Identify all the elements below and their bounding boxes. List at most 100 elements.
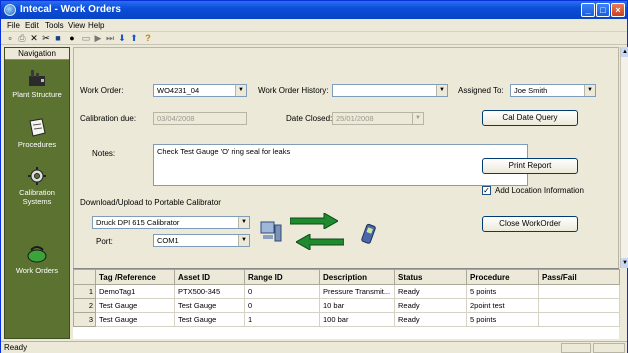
column-header[interactable]: Description — [319, 269, 395, 285]
table-cell[interactable]: Test Gauge — [174, 298, 245, 313]
menu-edit[interactable]: Edit — [25, 21, 39, 30]
menu-tools[interactable]: Tools — [45, 21, 64, 30]
work-order-value: WO4231_04 — [157, 86, 200, 95]
download-arrow-icon[interactable] — [296, 234, 344, 250]
print-report-button[interactable]: Print Report — [482, 158, 578, 174]
table-row[interactable]: 3 Test Gauge Test Gauge 1 100 bar Ready … — [73, 312, 620, 327]
window-title: Intecal - Work Orders — [20, 4, 121, 15]
down-arrow-icon[interactable]: ⬇ — [117, 33, 127, 43]
chevron-down-icon[interactable]: ▼ — [436, 85, 447, 96]
table-row[interactable]: 2 Test Gauge Test Gauge 0 10 bar Ready 2… — [73, 298, 620, 313]
nav-item-calibration-systems[interactable]: Calibration Systems — [5, 166, 69, 206]
up-arrow-icon[interactable]: ⬆ — [129, 33, 139, 43]
table-cell[interactable]: Test Gauge — [95, 298, 175, 313]
nav-item-work-orders[interactable]: Work Orders — [5, 244, 69, 275]
calibrator-dropdown[interactable]: Druck DPI 615 Calibrator ▼ — [92, 216, 250, 229]
table-cell[interactable]: 0 — [244, 298, 320, 313]
menu-help[interactable]: Help — [88, 21, 104, 30]
play-icon[interactable]: ▶ — [93, 33, 103, 43]
menu-file[interactable]: File — [7, 21, 20, 30]
row-number: 1 — [73, 284, 96, 299]
table-header-row: Tag /Reference Asset ID Range ID Descrip… — [73, 269, 620, 285]
work-order-dropdown[interactable]: WO4231_04 ▼ — [153, 84, 247, 97]
cal-date-query-button[interactable]: Cal Date Query — [482, 110, 578, 126]
column-header — [73, 269, 96, 285]
toolbar: ▫ ⎙ ✕ ✂ ■ ● ▭ ▶ ⏭ ⬇ ⬆ ? — [1, 32, 627, 45]
table-cell[interactable]: 100 bar — [319, 312, 395, 327]
delete-icon[interactable]: ✕ — [29, 33, 39, 43]
notes-textarea[interactable]: Check Test Gauge 'O' ring seal for leaks — [153, 144, 528, 186]
new-icon[interactable]: ▫ — [5, 33, 15, 43]
table-cell[interactable]: 5 points — [466, 312, 539, 327]
nav-label-work-orders: Work Orders — [15, 266, 59, 275]
table-cell[interactable]: 2point test — [466, 298, 539, 313]
table-cell[interactable]: 1 — [244, 312, 320, 327]
assigned-to-value: Joe Smith — [514, 86, 548, 95]
table-cell[interactable] — [538, 298, 620, 313]
column-header[interactable]: Range ID — [244, 269, 320, 285]
table-row[interactable]: 1 DemoTag1 PTX500-345 0 Pressure Transmi… — [73, 284, 620, 299]
scroll-up-icon[interactable]: ▲ — [621, 47, 628, 57]
upload-arrow-icon[interactable] — [290, 213, 338, 229]
chevron-down-icon[interactable]: ▼ — [238, 217, 249, 228]
table-cell[interactable]: 10 bar — [319, 298, 395, 313]
status-bar: Ready — [1, 341, 627, 353]
maximize-button[interactable]: □ — [596, 3, 610, 17]
status-text: Ready — [4, 343, 28, 352]
work-order-history-dropdown[interactable]: ▼ — [332, 84, 448, 97]
chevron-down-icon[interactable]: ▼ — [584, 85, 595, 96]
vertical-scrollbar[interactable]: ▲ ▼ — [620, 47, 628, 268]
table-cell[interactable]: Ready — [394, 312, 467, 327]
nav-label-plant-structure: Plant Structure — [12, 90, 62, 99]
window-icon[interactable]: ▭ — [81, 33, 91, 43]
status-pane — [593, 343, 625, 353]
table-cell[interactable]: Test Gauge — [95, 312, 175, 327]
title-bar[interactable]: Intecal - Work Orders _ □ × — [1, 1, 627, 19]
work-order-items-table: Tag /Reference Asset ID Range ID Descrip… — [73, 268, 620, 339]
save-icon[interactable]: ■ — [53, 33, 63, 43]
column-header[interactable]: Pass/Fail — [538, 269, 620, 285]
pin-icon[interactable]: ● — [67, 33, 77, 43]
close-workorder-button[interactable]: Close WorkOrder — [482, 216, 578, 232]
add-location-checkbox[interactable]: ✓ — [482, 186, 491, 195]
table-cell[interactable]: DemoTag1 — [95, 284, 175, 299]
add-location-label: Add Location Information — [495, 186, 584, 195]
table-cell[interactable]: Ready — [394, 284, 467, 299]
port-dropdown[interactable]: COM1 ▼ — [153, 234, 250, 247]
close-button[interactable]: × — [611, 3, 625, 17]
calibration-due-field: 03/04/2008 — [153, 112, 247, 125]
nav-item-plant-structure[interactable]: Plant Structure — [5, 68, 69, 99]
column-header[interactable]: Procedure — [466, 269, 539, 285]
work-order-history-label: Work Order History: — [258, 86, 329, 95]
cut-icon[interactable]: ✂ — [41, 33, 51, 43]
port-value: COM1 — [157, 236, 179, 245]
menu-view[interactable]: View — [68, 21, 85, 30]
table-cell[interactable]: 5 points — [466, 284, 539, 299]
print-icon[interactable]: ⎙ — [17, 33, 27, 43]
row-number: 3 — [73, 312, 96, 327]
assigned-to-dropdown[interactable]: Joe Smith ▼ — [510, 84, 596, 97]
calibration-systems-icon — [28, 167, 46, 185]
help-icon[interactable]: ? — [143, 33, 153, 43]
nav-item-procedures[interactable]: Procedures — [5, 118, 69, 149]
table-cell[interactable] — [538, 312, 620, 327]
table-cell[interactable]: 0 — [244, 284, 320, 299]
column-header[interactable]: Asset ID — [174, 269, 245, 285]
column-header[interactable]: Status — [394, 269, 467, 285]
table-cell[interactable]: Pressure Transmit... — [319, 284, 395, 299]
plant-structure-icon — [29, 70, 45, 86]
scroll-down-icon[interactable]: ▼ — [621, 258, 628, 268]
table-cell[interactable]: Test Gauge — [174, 312, 245, 327]
chevron-down-icon: ▼ — [412, 113, 423, 124]
chevron-down-icon[interactable]: ▼ — [235, 85, 246, 96]
chevron-down-icon[interactable]: ▼ — [238, 235, 249, 246]
table-cell[interactable]: Ready — [394, 298, 467, 313]
minimize-button[interactable]: _ — [581, 3, 595, 17]
bar-icon[interactable]: ⏭ — [105, 33, 115, 43]
portable-calibrator-icon — [361, 223, 376, 244]
column-header[interactable]: Tag /Reference — [95, 269, 175, 285]
date-closed-dropdown: 25/01/2008 ▼ — [332, 112, 424, 125]
table-cell[interactable] — [538, 284, 620, 299]
table-cell[interactable]: PTX500-345 — [174, 284, 245, 299]
nav-label-procedures: Procedures — [17, 140, 57, 149]
